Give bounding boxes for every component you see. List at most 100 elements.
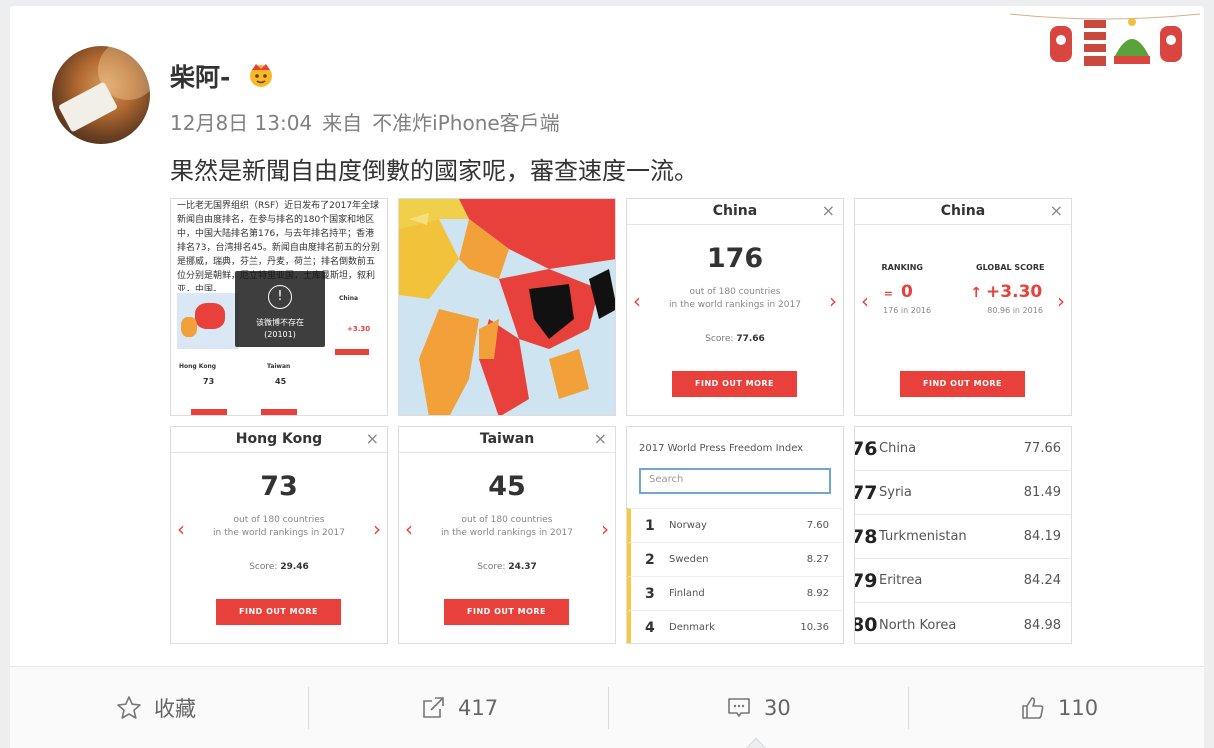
press-freedom-map	[399, 199, 615, 415]
equal-icon: =	[883, 287, 893, 300]
mini-button	[191, 409, 227, 415]
chevron-right-icon[interactable]: ›	[601, 517, 609, 541]
list-item[interactable]: 79Eritrea 84.24	[855, 559, 1071, 603]
via-label: 来自	[322, 111, 363, 135]
username[interactable]: 柴阿-	[170, 58, 230, 94]
image-china-detail-card[interactable]: China × RANKING GLOBAL SCORE = 0 ↑ +3.30 176 …	[854, 198, 1072, 416]
rank-caption-line1: out of 180 countries	[689, 287, 781, 297]
score-label: Score:	[249, 562, 278, 572]
vip-crown-icon[interactable]	[246, 60, 276, 88]
chevron-left-icon[interactable]: ‹	[861, 289, 869, 313]
rank-caption: out of 180 countries in the world ranking…	[399, 514, 615, 540]
avatar[interactable]	[52, 46, 150, 144]
rank-caption-line2: in the world rankings in 2017	[213, 528, 345, 538]
country: Finland	[669, 588, 705, 599]
mini-button	[261, 409, 297, 415]
christmas-decoration-icon	[1010, 13, 1200, 66]
favorite-button[interactable]: 收藏	[116, 667, 196, 748]
card-header: Taiwan ×	[399, 427, 615, 453]
find-out-more-button[interactable]: FIND OUT MORE	[900, 371, 1025, 397]
image-hongkong-card[interactable]: Hong Kong × 73 out of 180 countries in the…	[170, 426, 388, 644]
action-bar: 收藏 417 30 110	[10, 666, 1204, 748]
chevron-right-icon[interactable]: ›	[1057, 289, 1065, 313]
warning-icon: !	[268, 285, 292, 309]
index-title: 2017 World Press Freedom Index	[639, 443, 804, 454]
score-prev: 80.96 in 2016	[987, 306, 1043, 315]
chevron-right-icon[interactable]: ›	[829, 289, 837, 313]
rank: 78	[855, 525, 878, 548]
chevron-left-icon[interactable]: ‹	[633, 289, 641, 313]
score: 81.49	[1023, 485, 1061, 500]
mini-score: +3.30	[347, 325, 371, 333]
favorite-label: 收藏	[154, 697, 196, 721]
rank: 1	[645, 517, 655, 534]
list-item[interactable]: 76China 77.66	[855, 427, 1071, 471]
post-meta: 12月8日 13:04 来自 不准炸iPhone客戶端	[170, 107, 570, 136]
rank-number: 73	[260, 471, 298, 502]
like-button[interactable]: 110	[1020, 667, 1098, 748]
rank-caption-line2: in the world rankings in 2017	[669, 300, 801, 310]
rank: 4	[645, 619, 655, 636]
image-index-list[interactable]: 2017 World Press Freedom Index Search 1 N…	[626, 426, 844, 644]
country: Denmark	[669, 622, 715, 633]
image-world-map[interactable]	[398, 198, 616, 416]
list-item[interactable]: 3 Finland 8.92	[627, 576, 843, 610]
score-line: Score: 77.66	[627, 334, 843, 344]
list-item[interactable]: 4 Denmark 10.36	[627, 610, 843, 643]
score-label: Score:	[705, 334, 734, 344]
close-icon[interactable]: ×	[1050, 199, 1063, 223]
index-rows: 1 Norway 7.60 2 Sweden 8.27 3 Finland 8.92 4 De…	[627, 508, 843, 643]
score-line: Score: 24.37	[399, 562, 615, 572]
repost-button[interactable]: 417	[420, 667, 498, 748]
rank-caption-line2: in the world rankings in 2017	[441, 528, 573, 538]
chevron-left-icon[interactable]: ‹	[405, 517, 413, 541]
score-value: 29.46	[280, 562, 309, 572]
image-china-card[interactable]: China × 176 out of 180 countries in the wo…	[626, 198, 844, 416]
find-out-more-button[interactable]: FIND OUT MORE	[444, 599, 569, 625]
score: 77.66	[1023, 441, 1061, 456]
comment-button[interactable]: 30	[726, 667, 791, 748]
chevron-right-icon[interactable]: ›	[373, 517, 381, 541]
error-overlay: ! 该微博不存在 (20101)	[235, 271, 325, 347]
score-value: 77.66	[736, 334, 765, 344]
mini-tw-num: 45	[275, 377, 287, 386]
global-score-label: GLOBAL SCORE	[976, 263, 1045, 272]
find-out-more-button[interactable]: FIND OUT MORE	[672, 371, 797, 397]
image-article[interactable]: 一比老无国界组织（RSF）近日发布了2017年全球新闻自由度排名，在参与排名的1…	[170, 198, 388, 416]
mini-map	[177, 293, 239, 349]
close-icon[interactable]: ×	[594, 427, 607, 451]
list-item[interactable]: 78Turkmenistan 84.19	[855, 515, 1071, 559]
divider	[608, 687, 609, 729]
post-date[interactable]: 12月8日 13:04	[170, 111, 312, 135]
card-title: Taiwan	[479, 431, 535, 447]
list-item[interactable]: 2 Sweden 8.27	[627, 542, 843, 576]
image-taiwan-card[interactable]: Taiwan × 45 out of 180 countries in the wo…	[398, 426, 616, 644]
score: 8.92	[806, 588, 829, 599]
rank: 77	[855, 481, 878, 504]
search-input[interactable]: Search	[639, 468, 831, 494]
image-bottom-ranking[interactable]: 76China 77.66 77Syria 81.49 78Turkmenistan…	[854, 426, 1072, 644]
error-code: (20101)	[264, 330, 296, 339]
card-title: China	[712, 203, 758, 219]
score-change: ↑ +3.30	[970, 282, 1042, 302]
find-out-more-button[interactable]: FIND OUT MORE	[216, 599, 341, 625]
mini-hk-label: Hong Kong	[179, 363, 217, 370]
rank-caption: out of 180 countries in the world ranking…	[171, 514, 387, 540]
score-line: Score: 29.46	[171, 562, 387, 572]
score: 84.98	[1023, 617, 1061, 633]
rank: 2	[645, 551, 655, 568]
divider	[908, 687, 909, 729]
detail-prev: 176 in 2016 80.96 in 2016	[855, 306, 1071, 315]
list-item[interactable]: 80North Korea 84.98	[855, 603, 1071, 643]
rank: 80	[855, 614, 878, 636]
list-item[interactable]: 1 Norway 7.60	[627, 508, 843, 542]
score: 84.24	[1023, 573, 1061, 588]
close-icon[interactable]: ×	[366, 427, 379, 451]
chevron-left-icon[interactable]: ‹	[177, 517, 185, 541]
detail-labels: RANKING GLOBAL SCORE	[855, 263, 1071, 272]
thumbs-up-icon	[1022, 697, 1044, 719]
rank-caption-line1: out of 180 countries	[461, 515, 553, 525]
list-item[interactable]: 77Syria 81.49	[855, 471, 1071, 515]
client-name[interactable]: 不准炸iPhone客戶端	[372, 111, 560, 135]
close-icon[interactable]: ×	[822, 199, 835, 223]
